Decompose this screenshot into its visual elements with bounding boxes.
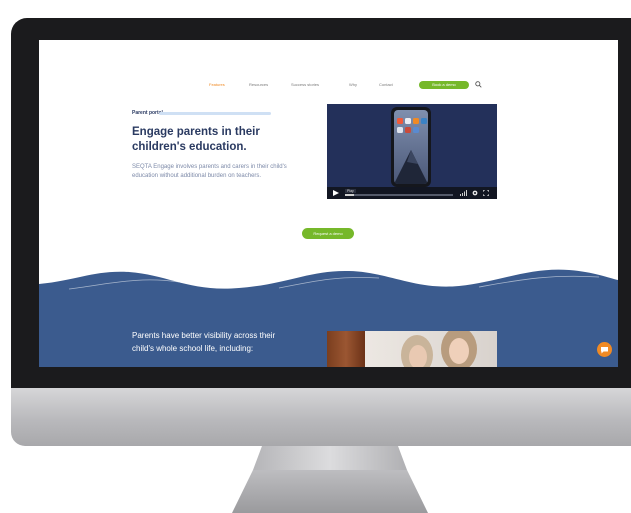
fullscreen-icon[interactable]	[483, 190, 489, 196]
chat-button[interactable]	[597, 342, 612, 357]
app-tile	[413, 118, 419, 124]
app-tile	[421, 118, 427, 124]
app-tile	[397, 118, 403, 124]
video-progress[interactable]	[345, 194, 453, 196]
app-tile	[405, 118, 411, 124]
visibility-heading: Parents have better visibility across th…	[132, 331, 276, 353]
phone-image	[391, 107, 431, 187]
video-controls: Play	[327, 187, 497, 199]
nav-item-success-stories[interactable]: Success stories	[291, 82, 341, 88]
door-image	[327, 331, 365, 367]
website-screen: Features Resources Success stories Why C…	[39, 40, 618, 367]
app-tile	[413, 127, 419, 133]
search-icon[interactable]	[475, 81, 482, 88]
nav-item-contact[interactable]: Contact	[379, 82, 409, 88]
hero-body: SEQTA Engage involves parents and carers…	[132, 164, 287, 179]
phone-screen	[394, 110, 428, 184]
book-demo-button[interactable]: Book a demo	[419, 81, 469, 89]
people-image	[401, 331, 477, 367]
chat-icon	[601, 346, 608, 353]
parents-photo	[327, 331, 497, 367]
app-tile	[397, 127, 403, 133]
volume-icon[interactable]	[460, 190, 467, 196]
nav-item-features[interactable]: Features	[209, 82, 241, 88]
hero-headline: Engage parents in their children's educa…	[132, 126, 260, 153]
gear-icon[interactable]	[472, 190, 478, 196]
request-demo-button[interactable]: Request a demo	[302, 228, 354, 239]
page-header	[39, 40, 618, 83]
play-icon[interactable]	[333, 190, 339, 196]
video-player[interactable]: Play	[327, 104, 497, 199]
nav-item-resources[interactable]: Resources	[249, 82, 283, 88]
portal-link[interactable]	[159, 112, 271, 115]
video-progress-fill	[345, 194, 354, 196]
nav-item-why[interactable]: Why	[349, 82, 371, 88]
monitor-chin	[11, 388, 631, 446]
video-badge: Play	[345, 189, 356, 193]
app-tile	[405, 127, 411, 133]
mountain-wallpaper	[394, 150, 428, 184]
